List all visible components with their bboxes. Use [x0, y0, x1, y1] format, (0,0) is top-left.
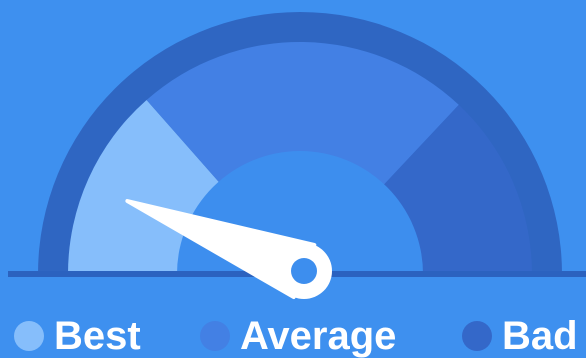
legend-dot-best — [14, 321, 44, 351]
legend-item-bad: Bad — [462, 316, 578, 356]
legend-label-best: Best — [54, 314, 141, 358]
legend-item-average: Average — [200, 316, 396, 356]
legend-dot-average — [200, 321, 230, 351]
gauge-legend: Best Average Bad — [0, 316, 586, 356]
legend-label-average: Average — [240, 314, 397, 358]
needle-pivot-hole — [291, 258, 317, 284]
speedometer-gauge — [8, 12, 586, 300]
legend-label-bad: Bad — [502, 314, 578, 358]
legend-dot-bad — [462, 321, 492, 351]
legend-item-best: Best — [14, 316, 141, 356]
